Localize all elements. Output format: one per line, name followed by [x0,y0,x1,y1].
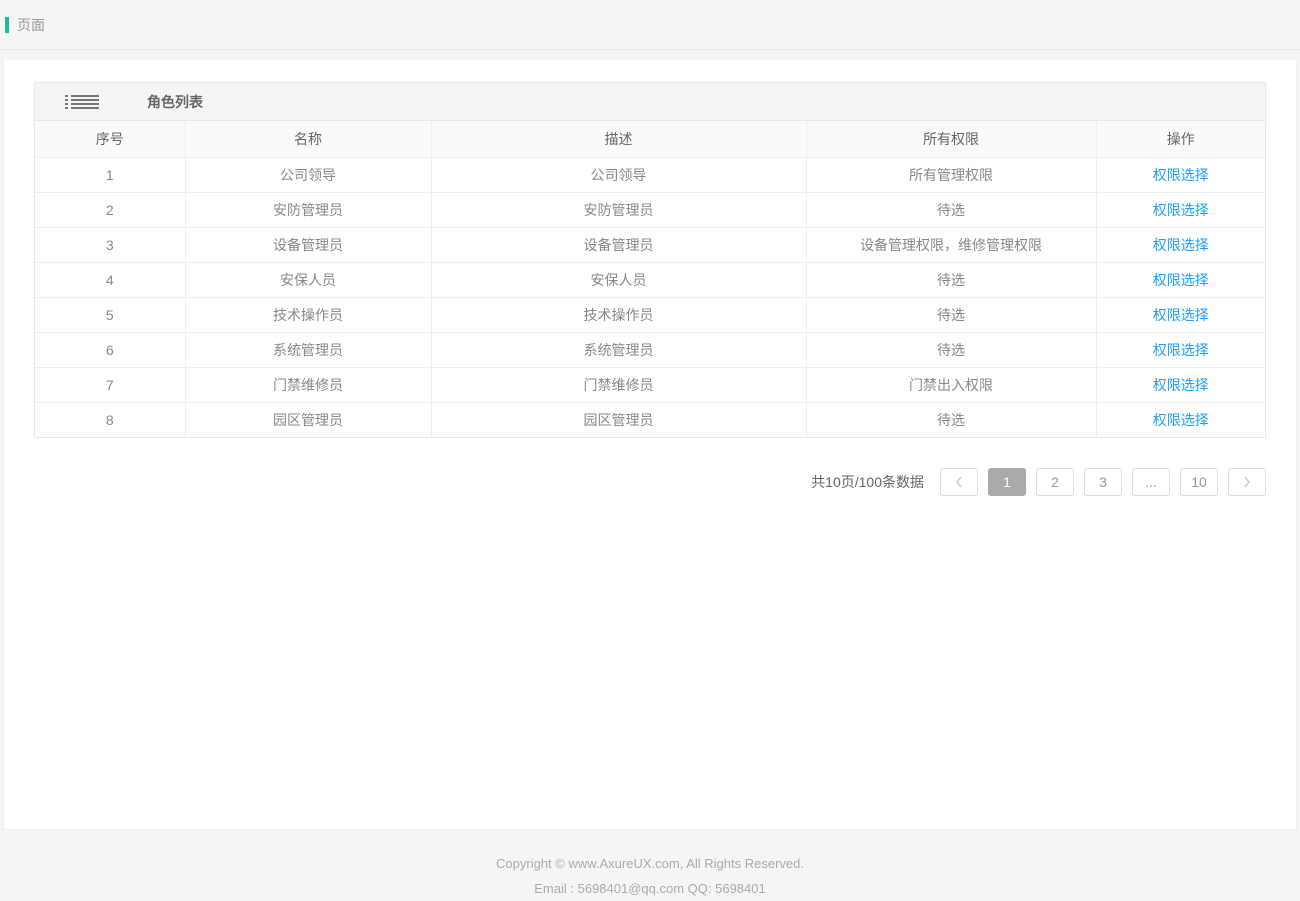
page-number-button[interactable]: 10 [1180,468,1218,496]
footer-contact: Email : 5698401@qq.com QQ: 5698401 [0,877,1300,901]
table-header-row: 序号 名称 描述 所有权限 操作 [35,121,1265,157]
cell-perm: 待选 [806,192,1096,227]
cell-seq: 3 [35,227,185,262]
permission-select-link[interactable]: 权限选择 [1153,237,1209,253]
cell-op: 权限选择 [1096,367,1265,402]
permission-select-link[interactable]: 权限选择 [1153,307,1209,323]
page-number-button[interactable]: 1 [988,468,1026,496]
footer: Copyright © www.AxureUX.com, All Rights … [0,830,1300,901]
permission-select-link[interactable]: 权限选择 [1153,377,1209,393]
content-panel: 角色列表 序号 名称 描述 所有权限 操作 1公司领导公司领导所有管理权限权限选… [3,60,1297,830]
permission-select-link[interactable]: 权限选择 [1153,202,1209,218]
cell-op: 权限选择 [1096,262,1265,297]
cell-name: 门禁维修员 [185,367,431,402]
cell-seq: 5 [35,297,185,332]
cell-seq: 2 [35,192,185,227]
cell-op: 权限选择 [1096,157,1265,192]
page-header: 页面 [0,0,1300,50]
cell-perm: 设备管理权限，维修管理权限 [806,227,1096,262]
header-accent [5,17,9,33]
page-next-button[interactable] [1228,468,1266,496]
page-buttons: 123... 10 [940,468,1266,496]
cell-perm: 待选 [806,262,1096,297]
list-icon [65,95,99,109]
cell-desc: 公司领导 [431,157,806,192]
page-ellipsis: ... [1132,468,1170,496]
cell-seq: 7 [35,367,185,402]
table-row: 5技术操作员技术操作员待选权限选择 [35,297,1265,332]
page-summary: 共10页/100条数据 [811,472,924,492]
footer-copyright: Copyright © www.AxureUX.com, All Rights … [0,852,1300,877]
permission-select-link[interactable]: 权限选择 [1153,167,1209,183]
cell-name: 设备管理员 [185,227,431,262]
cell-desc: 安防管理员 [431,192,806,227]
cell-name: 公司领导 [185,157,431,192]
cell-op: 权限选择 [1096,227,1265,262]
cell-name: 园区管理员 [185,402,431,437]
table-row: 3设备管理员设备管理员设备管理权限，维修管理权限权限选择 [35,227,1265,262]
permission-select-link[interactable]: 权限选择 [1153,412,1209,428]
cell-name: 系统管理员 [185,332,431,367]
col-name: 名称 [185,121,431,157]
page-number-button[interactable]: 2 [1036,468,1074,496]
page-number-button[interactable]: 3 [1084,468,1122,496]
col-op: 操作 [1096,121,1265,157]
panel-header: 角色列表 [35,83,1265,121]
permission-select-link[interactable]: 权限选择 [1153,272,1209,288]
cell-desc: 技术操作员 [431,297,806,332]
cell-desc: 系统管理员 [431,332,806,367]
table-row: 7门禁维修员门禁维修员门禁出入权限权限选择 [35,367,1265,402]
page-prev-button[interactable] [940,468,978,496]
cell-seq: 8 [35,402,185,437]
table-row: 4安保人员安保人员待选权限选择 [35,262,1265,297]
col-perm: 所有权限 [806,121,1096,157]
cell-seq: 1 [35,157,185,192]
role-list-panel: 角色列表 序号 名称 描述 所有权限 操作 1公司领导公司领导所有管理权限权限选… [34,82,1266,438]
table-row: 6系统管理员系统管理员待选权限选择 [35,332,1265,367]
cell-name: 安保人员 [185,262,431,297]
cell-perm: 所有管理权限 [806,157,1096,192]
cell-op: 权限选择 [1096,332,1265,367]
cell-perm: 门禁出入权限 [806,367,1096,402]
panel-title: 角色列表 [147,92,203,112]
pagination: 共10页/100条数据 123... 10 [34,468,1266,496]
cell-desc: 园区管理员 [431,402,806,437]
col-desc: 描述 [431,121,806,157]
cell-seq: 6 [35,332,185,367]
cell-perm: 待选 [806,332,1096,367]
role-table: 序号 名称 描述 所有权限 操作 1公司领导公司领导所有管理权限权限选择2安防管… [35,121,1265,437]
cell-perm: 待选 [806,297,1096,332]
cell-desc: 安保人员 [431,262,806,297]
cell-name: 技术操作员 [185,297,431,332]
permission-select-link[interactable]: 权限选择 [1153,342,1209,358]
cell-seq: 4 [35,262,185,297]
table-row: 2安防管理员安防管理员待选权限选择 [35,192,1265,227]
cell-desc: 门禁维修员 [431,367,806,402]
cell-op: 权限选择 [1096,192,1265,227]
col-seq: 序号 [35,121,185,157]
cell-desc: 设备管理员 [431,227,806,262]
table-row: 1公司领导公司领导所有管理权限权限选择 [35,157,1265,192]
cell-op: 权限选择 [1096,402,1265,437]
cell-op: 权限选择 [1096,297,1265,332]
cell-perm: 待选 [806,402,1096,437]
table-row: 8园区管理员园区管理员待选权限选择 [35,402,1265,437]
page-title: 页面 [17,15,45,35]
cell-name: 安防管理员 [185,192,431,227]
